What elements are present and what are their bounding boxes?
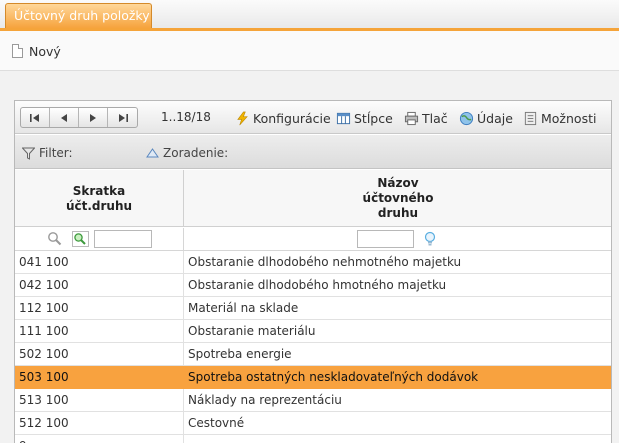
cell-code: 9 xyxy=(15,435,184,443)
filter-label: Filter: xyxy=(39,146,73,160)
lightning-icon xyxy=(237,111,248,125)
table-row[interactable]: 042 100 Obstaranie dlhodobého hmotného ma… xyxy=(15,274,611,297)
next-page-button[interactable] xyxy=(79,108,108,127)
cell-code: 502 100 xyxy=(15,343,184,365)
column-header-name-line2: účtovného xyxy=(362,191,434,205)
last-page-icon xyxy=(118,113,128,122)
column-header-name-line3: druhu xyxy=(377,206,419,220)
options-icon xyxy=(524,111,537,125)
config-label: Konfigurácie xyxy=(253,110,331,126)
cell-code: 112 100 xyxy=(15,297,184,319)
sort-triangle-icon xyxy=(146,148,159,158)
cell-code: 503 100 xyxy=(15,366,184,388)
table-row[interactable]: 9 xyxy=(15,435,611,443)
sort-toggle[interactable]: Zoradenie: xyxy=(146,146,228,160)
filter-bar: Filter: Zoradenie: xyxy=(15,135,611,169)
prev-page-button[interactable] xyxy=(50,108,79,127)
code-filter-cell xyxy=(15,228,184,250)
column-header-code-line2: účt.druhu xyxy=(65,198,133,213)
magnifier-active-icon[interactable] xyxy=(72,231,89,247)
cell-code: 042 100 xyxy=(15,274,184,296)
data-button[interactable]: Údaje xyxy=(459,109,513,127)
table-row[interactable]: 512 100 Cestovné xyxy=(15,412,611,435)
prev-page-icon xyxy=(61,113,67,122)
grid-panel: 1..18/18 Konfigurácie Stĺpce Tlač Údaje … xyxy=(14,100,612,443)
cell-name: Obstaranie dlhodobého nehmotného majetku xyxy=(188,255,462,269)
pager-toolbar: 1..18/18 Konfigurácie Stĺpce Tlač Údaje … xyxy=(15,101,611,134)
cell-name: Cestovné xyxy=(188,416,245,430)
new-button[interactable]: Nový xyxy=(12,42,61,60)
tab-uctovny-druh-polozky[interactable]: Účtovný druh položky xyxy=(5,3,152,28)
toolbar: Nový xyxy=(0,31,619,71)
table-body: 041 100 Obstaranie dlhodobého nehmotného … xyxy=(15,251,611,443)
lightbulb-icon[interactable] xyxy=(424,231,436,248)
cell-code: 513 100 xyxy=(15,389,184,411)
table-row[interactable]: 112 100 Materiál na sklade xyxy=(15,297,611,320)
column-header-name[interactable]: Názov účtovného druhu xyxy=(185,170,611,227)
code-filter-input[interactable] xyxy=(94,230,152,248)
columns-label: Stĺpce xyxy=(354,110,393,126)
first-page-icon xyxy=(30,113,39,122)
print-label: Tlač xyxy=(422,110,448,126)
table-row[interactable]: 513 100 Náklady na reprezentáciu xyxy=(15,389,611,412)
column-header-code[interactable]: Skratka účt.druhu xyxy=(15,170,184,227)
new-button-label: Nový xyxy=(29,43,61,59)
last-page-button[interactable] xyxy=(108,108,137,127)
filter-toggle[interactable]: Filter: xyxy=(22,146,73,160)
tab-strip: Účtovný druh položky xyxy=(0,0,619,31)
table-row[interactable]: 502 100 Spotreba energie xyxy=(15,343,611,366)
cell-name: Obstaranie dlhodobého hmotného majetku xyxy=(188,278,447,292)
cell-name: Spotreba energie xyxy=(188,347,292,361)
column-header-name-line1: Názov xyxy=(377,176,419,190)
options-button[interactable]: Možnosti xyxy=(523,109,596,127)
column-header-code-line1: Skratka xyxy=(72,183,126,198)
cell-code: 512 100 xyxy=(15,412,184,434)
options-label: Možnosti xyxy=(541,110,597,126)
name-filter-input[interactable] xyxy=(357,230,414,248)
cell-code: 111 100 xyxy=(15,320,184,342)
magnifier-icon[interactable] xyxy=(47,231,62,246)
data-label: Údaje xyxy=(477,110,513,126)
table-row[interactable]: 041 100 Obstaranie dlhodobého nehmotného … xyxy=(15,251,611,274)
next-page-icon xyxy=(90,113,96,122)
cell-name: Spotreba ostatných neskladovateľných dod… xyxy=(188,370,479,384)
globe-icon xyxy=(459,111,474,125)
columns-button[interactable]: Stĺpce xyxy=(336,109,393,127)
cell-name: Materiál na sklade xyxy=(188,301,299,315)
first-page-button[interactable] xyxy=(21,108,50,127)
table-row[interactable]: 111 100 Obstaranie materiálu xyxy=(15,320,611,343)
cell-name xyxy=(185,435,611,443)
cell-name: Náklady na reprezentáciu xyxy=(188,393,342,407)
cell-name: Obstaranie materiálu xyxy=(188,324,316,338)
sort-label: Zoradenie: xyxy=(163,146,229,160)
print-button[interactable]: Tlač xyxy=(404,109,448,127)
table-row[interactable]: 503 100 Spotreba ostatných neskladovateľn… xyxy=(15,366,611,389)
new-document-icon xyxy=(12,44,23,58)
printer-icon xyxy=(404,111,419,125)
funnel-icon xyxy=(22,147,35,160)
table-header: Skratka účt.druhu Názov účtovného druhu xyxy=(15,170,611,227)
cell-code: 041 100 xyxy=(15,251,184,273)
config-button[interactable]: Konfigurácie xyxy=(235,109,331,127)
page-info: 1..18/18 xyxy=(161,110,211,124)
column-filter-row xyxy=(15,228,611,251)
pager-nav xyxy=(20,107,138,128)
columns-icon xyxy=(336,112,351,124)
